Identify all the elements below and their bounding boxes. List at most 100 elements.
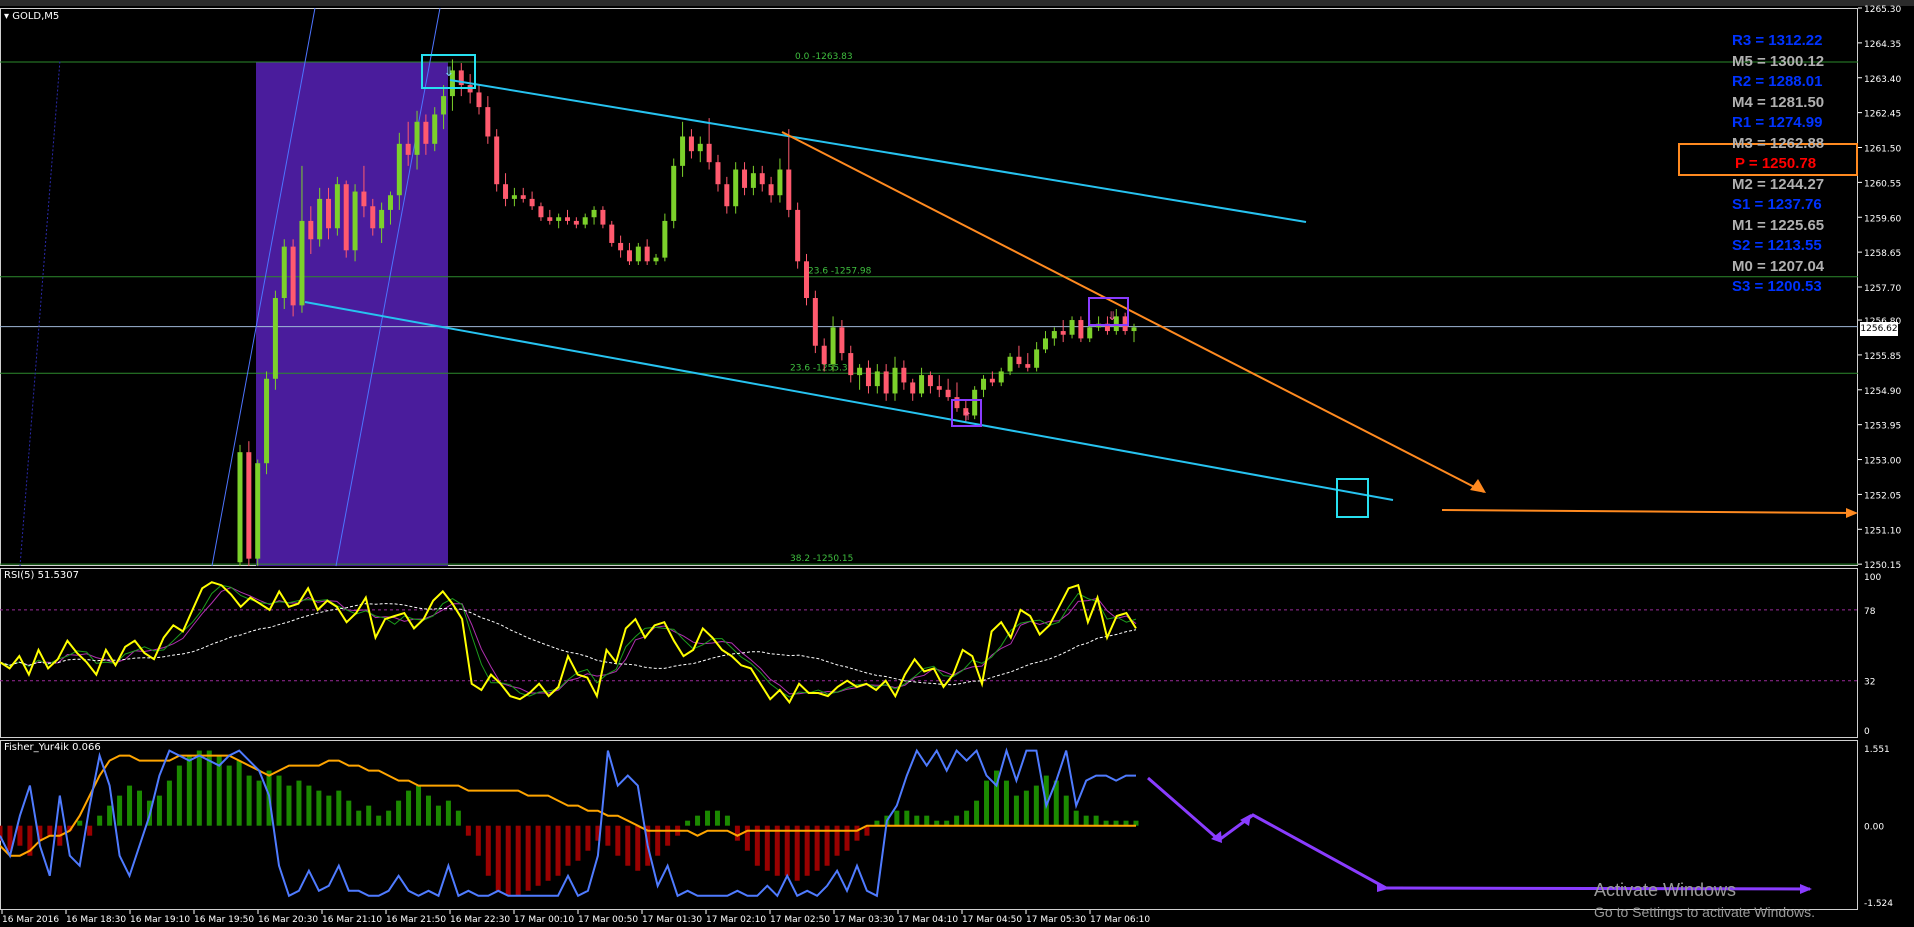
candle-body xyxy=(680,136,686,166)
fisher-histogram-bar xyxy=(1013,795,1019,826)
fib-label: 38.2 -1250.15 xyxy=(790,554,853,564)
candle-body xyxy=(246,452,252,559)
x-tick-label: 16 Mar 21:50 xyxy=(386,915,446,925)
channel-upper-line xyxy=(449,79,1307,223)
y-tick-label: 1255.85 xyxy=(1864,352,1901,362)
y-tick-label: 1254.90 xyxy=(1864,387,1901,397)
candle-body xyxy=(423,121,429,144)
fisher-histogram-bar xyxy=(924,815,930,826)
fisher-histogram-bar xyxy=(276,775,282,826)
fisher-histogram-bar xyxy=(555,825,561,876)
fisher-histogram-bar xyxy=(1033,785,1039,826)
fisher-histogram-bar xyxy=(804,825,810,876)
candle-body xyxy=(786,169,792,210)
candle-body xyxy=(901,367,907,383)
fisher-tick-label: 0.00 xyxy=(1864,823,1884,833)
marker-box-target xyxy=(1336,478,1369,518)
x-tick-label: 17 Mar 00:10 xyxy=(514,915,574,925)
fisher-histogram-bar xyxy=(316,790,322,826)
candle-body xyxy=(927,375,933,387)
candle-body xyxy=(936,386,942,390)
candle-body xyxy=(821,345,827,365)
fisher-histogram-bar xyxy=(306,785,312,826)
candle-body xyxy=(768,184,774,196)
fisher-histogram-bar xyxy=(336,790,342,826)
pivot-level-7: M2 = 1244.27 xyxy=(1732,175,1825,193)
fisher-histogram-bar xyxy=(166,780,172,826)
fisher-histogram-bar xyxy=(1083,815,1089,826)
fisher-histogram-bar xyxy=(465,825,471,836)
chart-canvas[interactable]: 0.0 -1263.83 23.6 -1257.98 23.6 -1255.35 38… xyxy=(0,0,1914,927)
candle-body xyxy=(520,195,526,199)
rsi-title: RSI(5) 51.5307 xyxy=(4,570,79,581)
fisher-tick-label: -1.524 xyxy=(1864,899,1893,909)
fisher-histogram-bar xyxy=(734,825,740,841)
y-tick-label: 1253.95 xyxy=(1864,422,1901,432)
fisher-histogram-bar xyxy=(984,780,990,826)
fisher-histogram-bar xyxy=(964,810,970,826)
chart-window: 0.0 -1263.83 23.6 -1257.98 23.6 -1255.35 38… xyxy=(0,0,1914,927)
fisher-tick-label: 1.551 xyxy=(1864,745,1890,755)
fisher-histogram-bar xyxy=(535,825,541,886)
fisher-histogram-bar xyxy=(346,800,352,826)
fisher-histogram-bar xyxy=(565,825,571,866)
x-tick-label: 17 Mar 04:10 xyxy=(898,915,958,925)
fisher-histogram-bar xyxy=(376,815,382,826)
candle-body xyxy=(326,198,332,229)
candle-body xyxy=(396,143,402,196)
x-tick-label: 16 Mar 18:30 xyxy=(66,915,126,925)
fisher-histogram-bar xyxy=(585,825,591,851)
candle-body xyxy=(742,169,748,188)
fisher-histogram-bar xyxy=(495,825,501,891)
candle-body xyxy=(547,217,553,221)
y-tick-label: 1252.05 xyxy=(1864,491,1901,501)
candle-body xyxy=(989,378,995,383)
candle-body xyxy=(582,217,588,225)
pivot-level-3: M4 = 1281.50 xyxy=(1732,93,1825,111)
orange-target-line xyxy=(1441,509,1856,514)
fisher-histogram-bar xyxy=(575,825,581,861)
rsi-ma-line xyxy=(0,603,1137,686)
candle-body xyxy=(803,261,809,299)
fisher-histogram-bar xyxy=(286,785,292,826)
candle-body xyxy=(1122,316,1128,332)
pivot-level-0: R3 = 1312.22 xyxy=(1732,32,1823,49)
fisher-histogram-bar xyxy=(475,825,481,856)
candle-body xyxy=(874,371,880,387)
candle-body xyxy=(1078,320,1084,339)
fisher-histogram-bar xyxy=(87,825,93,836)
fisher-histogram-bar xyxy=(107,805,113,826)
candle-body xyxy=(892,367,898,394)
y-tick-label: 1251.10 xyxy=(1864,526,1901,536)
pivot-level-1: M5 = 1300.12 xyxy=(1732,52,1825,70)
fisher-histogram-bar xyxy=(77,820,83,826)
fisher-histogram-bar xyxy=(784,825,790,876)
candle-body xyxy=(697,143,703,152)
sell-arrow-icon: ⇓ xyxy=(1107,309,1117,323)
rsi-tick-label: 0 xyxy=(1864,727,1870,737)
fisher-histogram-bar xyxy=(685,820,691,826)
fisher-histogram-bar xyxy=(764,825,770,871)
candle-body xyxy=(308,220,314,240)
candle-body xyxy=(370,206,376,229)
candle-body xyxy=(1051,331,1057,339)
candle-body xyxy=(529,198,535,207)
fib-label: 0.0 -1263.83 xyxy=(795,52,853,62)
candle-body xyxy=(1042,338,1048,350)
candle-body xyxy=(759,173,765,185)
y-tick-label: 1257.70 xyxy=(1864,284,1901,294)
fisher-histogram-bar xyxy=(665,825,671,846)
orange-trend-line xyxy=(781,131,1485,493)
orange-arrowhead xyxy=(1846,508,1858,518)
candle-body xyxy=(671,165,677,221)
fisher-histogram-bar xyxy=(605,825,611,846)
candle-body xyxy=(883,371,889,394)
fisher-histogram-bar xyxy=(186,755,192,826)
main-chart-title: ▾ GOLD,M5 xyxy=(4,11,60,22)
candle-body xyxy=(1060,331,1066,335)
fisher-histogram-bar xyxy=(794,825,800,881)
candle-body xyxy=(1087,327,1093,339)
fisher-histogram-bar xyxy=(1093,815,1099,826)
candle-body xyxy=(361,191,367,207)
candle-body xyxy=(299,220,305,306)
